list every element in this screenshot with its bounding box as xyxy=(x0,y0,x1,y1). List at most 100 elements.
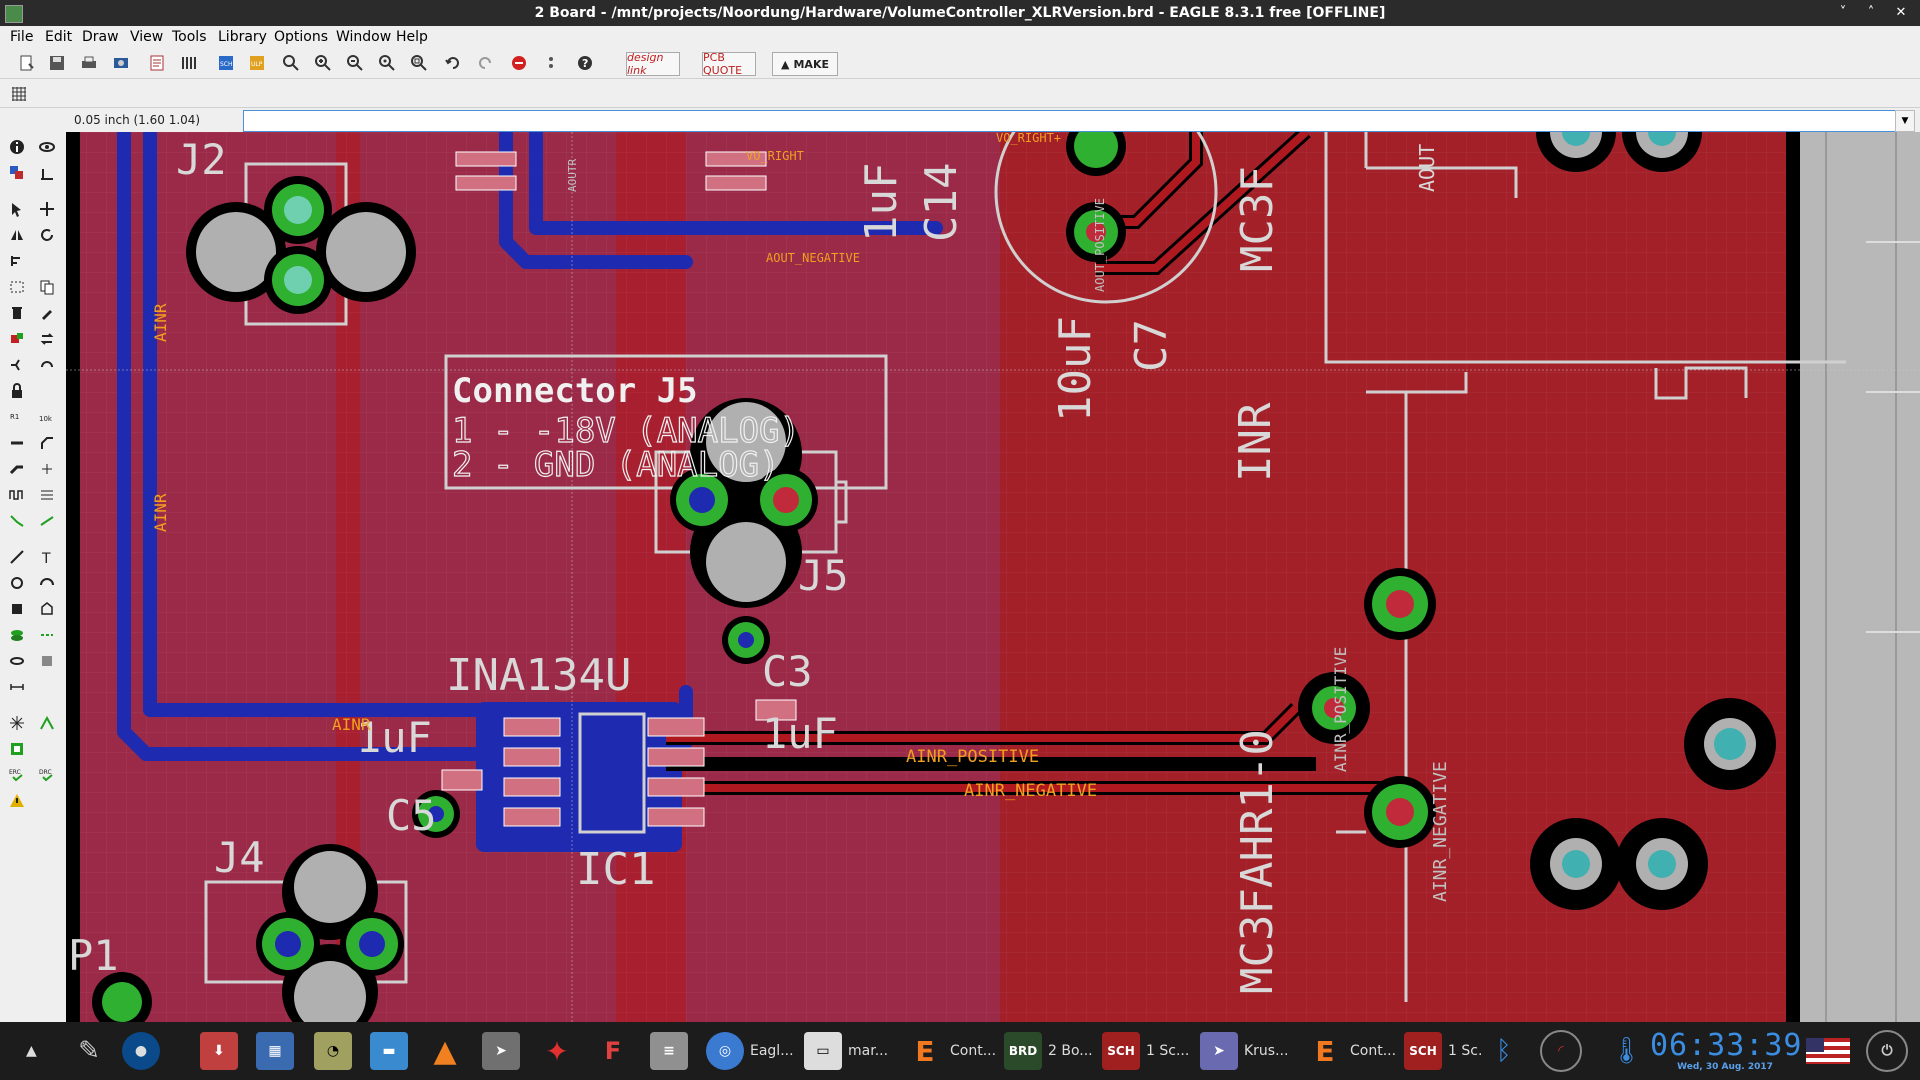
script-icon[interactable] xyxy=(146,52,168,74)
split-icon[interactable] xyxy=(6,354,28,376)
bluetooth-icon[interactable]: ᛒ xyxy=(1496,1030,1512,1072)
mark-icon[interactable] xyxy=(36,162,58,184)
cam-icon[interactable] xyxy=(110,52,132,74)
make-button[interactable]: ▲ MAKE xyxy=(772,52,838,76)
ripup-all-icon[interactable] xyxy=(6,712,28,734)
lock-icon[interactable] xyxy=(6,380,28,402)
settings-wrench-icon[interactable]: ✎ xyxy=(70,1030,108,1072)
mirror-icon[interactable] xyxy=(6,224,28,246)
fanout-icon[interactable] xyxy=(36,484,58,506)
group-icon[interactable] xyxy=(6,276,28,298)
board-icon[interactable] xyxy=(6,738,28,760)
zoom-out-icon[interactable] xyxy=(344,52,366,74)
menu-view[interactable]: View xyxy=(130,29,163,45)
task-board[interactable]: BRD 2 Bo... xyxy=(1004,1030,1093,1072)
command-line-input[interactable] xyxy=(243,110,1909,132)
menu-tools[interactable]: Tools xyxy=(172,29,207,45)
vlc-icon[interactable]: ▲ xyxy=(426,1030,464,1072)
clock[interactable]: 06:33:39 Wed, 30 Aug. 2017 xyxy=(1650,1030,1802,1074)
move-icon[interactable] xyxy=(36,198,58,220)
us-flag-icon[interactable] xyxy=(1806,1030,1850,1072)
design-link-button[interactable]: design link xyxy=(626,51,680,77)
menu-library[interactable]: Library xyxy=(218,29,267,45)
ulp-icon[interactable]: ULP xyxy=(246,52,268,74)
hole-icon[interactable] xyxy=(6,650,28,672)
board-canvas[interactable]: J2 J5 J4 P1 C3 C5 IC1 INA134U 1uF 1uF C7… xyxy=(66,132,1920,1022)
zoom-fit-icon[interactable] xyxy=(280,52,302,74)
task-control-2[interactable]: E Cont... xyxy=(1306,1030,1396,1072)
folder-icon[interactable]: ▬ xyxy=(370,1030,408,1072)
disc-icon[interactable]: ● xyxy=(122,1030,160,1072)
pcb-quote-button[interactable]: PCB QUOTE xyxy=(702,51,756,77)
task-schematic-2[interactable]: SCH 1 Sc. xyxy=(1404,1030,1482,1072)
minimize-button[interactable]: ˅ xyxy=(1832,3,1854,23)
ratsnest-icon[interactable] xyxy=(36,510,58,532)
krusader-launcher-icon[interactable]: ➤ xyxy=(482,1030,520,1072)
erc-icon[interactable]: ERC xyxy=(6,764,28,786)
info-icon[interactable] xyxy=(6,136,28,158)
route-auto-icon[interactable] xyxy=(36,712,58,734)
dimension-icon[interactable] xyxy=(6,676,28,698)
autorouter-icon[interactable] xyxy=(6,510,28,532)
task-schematic-1[interactable]: SCH 1 Sc... xyxy=(1102,1030,1189,1072)
line-icon[interactable] xyxy=(6,546,28,568)
meander-icon[interactable] xyxy=(6,484,28,506)
smash-icon[interactable]: R1 xyxy=(6,406,28,428)
task-control-1[interactable]: E Cont... xyxy=(906,1030,996,1072)
save-icon[interactable] xyxy=(46,52,68,74)
menu-window[interactable]: Window xyxy=(336,29,391,45)
text-icon[interactable]: T xyxy=(36,546,58,568)
layer-table-icon[interactable] xyxy=(178,52,200,74)
copy-icon[interactable] xyxy=(36,276,58,298)
command-history-dropdown[interactable]: ▼ xyxy=(1895,110,1915,132)
errors-icon[interactable] xyxy=(6,790,28,812)
zoom-redraw-icon[interactable] xyxy=(376,52,398,74)
go-icon[interactable] xyxy=(540,52,562,74)
change-icon[interactable] xyxy=(36,302,58,324)
ripup-icon[interactable] xyxy=(36,458,58,480)
value-icon[interactable]: 10k xyxy=(36,406,58,428)
drc-icon[interactable]: DRC xyxy=(36,764,58,786)
menu-draw[interactable]: Draw xyxy=(82,29,119,45)
replace-icon[interactable] xyxy=(36,328,58,350)
print-icon[interactable] xyxy=(78,52,100,74)
rect-icon[interactable] xyxy=(6,598,28,620)
power-icon[interactable]: ⏻ xyxy=(1866,1030,1908,1072)
optimize-icon[interactable] xyxy=(36,354,58,376)
fire-icon[interactable]: ✦ xyxy=(538,1030,576,1072)
miter-icon[interactable] xyxy=(36,432,58,454)
open-icon[interactable] xyxy=(16,52,38,74)
task-krusader[interactable]: ➤ Krus... xyxy=(1200,1030,1288,1072)
close-button[interactable]: ✕ xyxy=(1890,3,1912,23)
via-icon[interactable] xyxy=(6,624,28,646)
menu-file[interactable]: File xyxy=(10,29,33,45)
calculator-icon[interactable]: ▦ xyxy=(256,1030,294,1072)
attribute-icon[interactable] xyxy=(36,650,58,672)
installer-icon[interactable]: ⬇ xyxy=(200,1030,238,1072)
rotate-icon[interactable] xyxy=(36,224,58,246)
sch-switch-icon[interactable]: SCH xyxy=(215,52,237,74)
name-icon[interactable] xyxy=(6,432,28,454)
add-icon[interactable] xyxy=(6,328,28,350)
polygon-icon[interactable] xyxy=(36,598,58,620)
stop-icon[interactable] xyxy=(508,52,530,74)
delete-icon[interactable] xyxy=(6,302,28,324)
circle-icon[interactable] xyxy=(6,572,28,594)
panel-up-icon[interactable]: ▲ xyxy=(26,1030,37,1072)
signal-icon[interactable] xyxy=(36,624,58,646)
grid-icon[interactable] xyxy=(8,83,30,105)
monitor-gauge-icon[interactable]: ◔ xyxy=(314,1030,352,1072)
database-icon[interactable]: ≡ xyxy=(650,1030,688,1072)
undo-icon[interactable] xyxy=(442,52,464,74)
maximize-button[interactable]: ˄ xyxy=(1860,3,1882,23)
select-icon[interactable] xyxy=(6,198,28,220)
help-icon[interactable]: ? xyxy=(574,52,596,74)
zoom-select-icon[interactable] xyxy=(408,52,430,74)
cpu-gauge-icon[interactable]: ◜ xyxy=(1540,1030,1582,1072)
redo-icon[interactable] xyxy=(474,52,496,74)
show-icon[interactable] xyxy=(36,136,58,158)
menu-options[interactable]: Options xyxy=(274,29,328,45)
menu-help[interactable]: Help xyxy=(396,29,428,45)
menu-edit[interactable]: Edit xyxy=(45,29,72,45)
align-icon[interactable] xyxy=(6,250,28,272)
